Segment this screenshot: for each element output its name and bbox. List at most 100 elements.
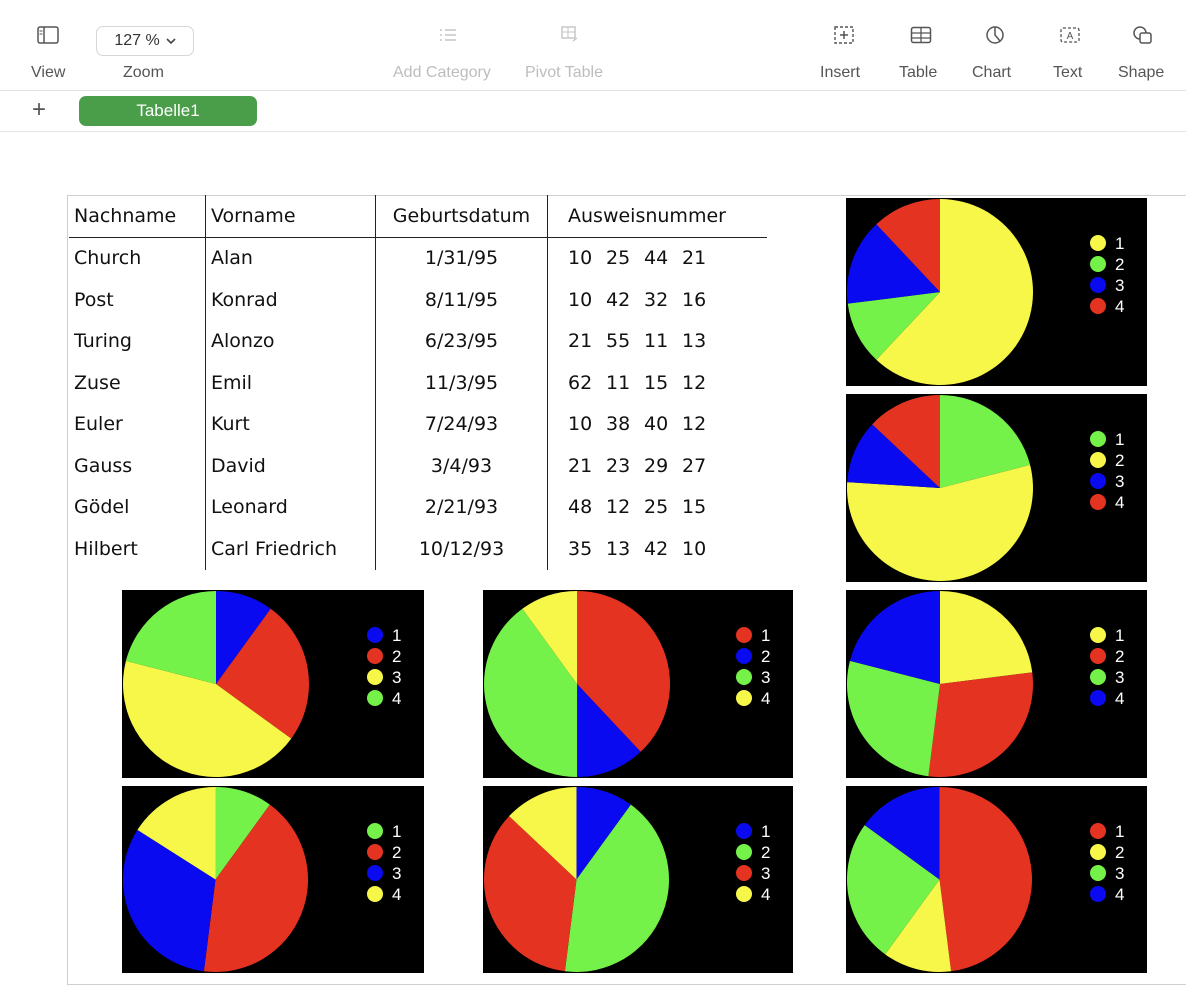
cell-vorname[interactable]: Alan [205, 237, 376, 279]
legend-label: 3 [1115, 472, 1124, 491]
view-label: View [31, 64, 66, 81]
pie-chart-8[interactable]: 1 2 3 4 [846, 786, 1147, 973]
ausweis-part: 29 [644, 454, 669, 477]
cell-nachname[interactable]: Church [69, 237, 206, 279]
shape-button[interactable] [1103, 26, 1183, 44]
legend-marker [367, 823, 383, 839]
ausweis-part: 25 [606, 247, 631, 270]
cell-ausweisnummer[interactable]: 10 38 40 12 [548, 404, 768, 446]
cell-ausweisnummer[interactable]: 62 11 15 12 [548, 362, 768, 404]
pie-chart-7[interactable]: 1 2 3 4 [483, 786, 793, 973]
pie-chart-2[interactable]: 1 2 3 4 [846, 394, 1147, 582]
cell-geburtsdatum[interactable]: 7/24/93 [375, 403, 548, 445]
cell-vorname[interactable]: Carl Friedrich [205, 528, 376, 570]
pie-chart-3[interactable]: 1 2 3 4 [122, 590, 424, 778]
cell-vorname[interactable]: Alonzo [205, 320, 376, 362]
cell-geburtsdatum[interactable]: 6/23/95 [375, 320, 548, 362]
chart-icon [986, 26, 1004, 44]
header-geburtsdatum[interactable]: Geburtsdatum [375, 195, 548, 238]
table-row: Church Alan 1/31/95 10 25 44 21 [69, 237, 767, 279]
cell-ausweisnummer[interactable]: 48 12 25 15 [548, 487, 768, 529]
ausweis-part: 21 [682, 247, 707, 270]
cell-vorname[interactable]: Leonard [205, 486, 376, 528]
legend-marker [736, 648, 752, 664]
cell-nachname[interactable]: Turing [69, 320, 206, 362]
pie-chart-6[interactable]: 1 2 3 4 [122, 786, 424, 973]
ausweis-part: 27 [682, 454, 707, 477]
table-body: Church Alan 1/31/95 10 25 44 21 Post Konrad 8/11/… [69, 237, 767, 570]
cell-geburtsdatum[interactable]: 1/31/95 [375, 237, 548, 279]
pie-slice [928, 672, 1033, 777]
cell-nachname[interactable]: Gödel [69, 486, 206, 528]
legend-label: 4 [392, 689, 401, 708]
ausweis-part: 21 [568, 454, 593, 477]
cell-nachname[interactable]: Gauss [69, 445, 206, 487]
pie-chart-5[interactable]: 1 2 3 4 [846, 590, 1147, 778]
ausweis-part: 15 [644, 371, 669, 394]
legend-marker [1090, 627, 1106, 643]
table-button[interactable] [881, 26, 961, 44]
chart-button[interactable] [955, 26, 1035, 44]
ausweis-part: 42 [644, 537, 669, 560]
cell-nachname[interactable]: Zuse [69, 362, 206, 404]
legend-marker [736, 690, 752, 706]
cell-vorname[interactable]: Konrad [205, 279, 376, 321]
legend-marker [1090, 235, 1106, 251]
text-label: Text [1053, 64, 1083, 81]
add-sheet-button[interactable]: + [32, 96, 46, 124]
legend-label: 4 [761, 689, 770, 708]
add-category-button[interactable] [408, 26, 488, 44]
legend-marker [1090, 648, 1106, 664]
table-row: Euler Kurt 7/24/93 10 38 40 12 [69, 403, 768, 446]
ausweis-part: 12 [682, 371, 707, 394]
toolbar: View 127 % Zoom Add Category Pivot Table… [0, 0, 1186, 91]
header-nachname[interactable]: Nachname [69, 195, 206, 238]
ausweis-part: 35 [568, 537, 593, 560]
cell-ausweisnummer[interactable]: 21 23 29 27 [548, 445, 768, 487]
legend-marker [736, 823, 752, 839]
legend-label: 4 [761, 885, 770, 904]
cell-ausweisnummer[interactable]: 35 13 42 10 [548, 528, 768, 570]
header-ausweisnummer[interactable]: Ausweisnummer [547, 195, 767, 238]
cell-geburtsdatum[interactable]: 10/12/93 [375, 528, 548, 570]
ausweis-part: 42 [606, 288, 631, 311]
text-button[interactable]: A [1030, 26, 1110, 44]
legend-label: 2 [761, 647, 770, 666]
cell-nachname[interactable]: Euler [69, 403, 206, 445]
pivot-table-label: Pivot Table [525, 64, 603, 81]
legend-marker [367, 844, 383, 860]
cell-geburtsdatum[interactable]: 2/21/93 [375, 486, 548, 528]
cell-geburtsdatum[interactable]: 3/4/93 [375, 445, 548, 487]
ausweis-part: 21 [568, 330, 593, 353]
cell-ausweisnummer[interactable]: 10 25 44 21 [548, 237, 768, 279]
tab-label: Tabelle1 [136, 101, 200, 120]
legend-label: 3 [761, 668, 770, 687]
cell-vorname[interactable]: Emil [205, 362, 376, 404]
cell-ausweisnummer[interactable]: 10 42 32 16 [548, 279, 768, 321]
cell-ausweisnummer[interactable]: 21 55 11 13 [548, 321, 768, 363]
legend-marker [367, 690, 383, 706]
cell-vorname[interactable]: David [205, 445, 376, 487]
legend-label: 3 [1115, 864, 1124, 883]
data-table[interactable]: Nachname Vorname Geburtsdatum Ausweisnum… [69, 195, 767, 570]
insert-button[interactable] [804, 26, 884, 44]
legend-label: 2 [392, 647, 401, 666]
cell-nachname[interactable]: Post [69, 279, 206, 321]
header-vorname[interactable]: Vorname [205, 195, 376, 238]
view-button[interactable] [8, 26, 88, 44]
legend-label: 4 [392, 885, 401, 904]
pie-chart-1[interactable]: 1 2 3 4 [846, 198, 1147, 386]
cell-geburtsdatum[interactable]: 8/11/95 [375, 279, 548, 321]
zoom-value: 127 % [114, 32, 160, 49]
cell-geburtsdatum[interactable]: 11/3/95 [375, 362, 548, 404]
tab-tabelle1[interactable]: Tabelle1 [79, 96, 257, 126]
legend-marker [1090, 298, 1106, 314]
ausweis-part: 12 [682, 413, 707, 436]
cell-vorname[interactable]: Kurt [205, 403, 376, 445]
pivot-table-button[interactable] [530, 26, 610, 44]
pie-chart-4[interactable]: 1 2 3 4 [483, 590, 793, 778]
cell-nachname[interactable]: Hilbert [69, 528, 206, 570]
ausweis-part: 13 [682, 330, 707, 353]
ausweis-part: 44 [644, 247, 669, 270]
zoom-select[interactable]: 127 % [96, 26, 194, 56]
